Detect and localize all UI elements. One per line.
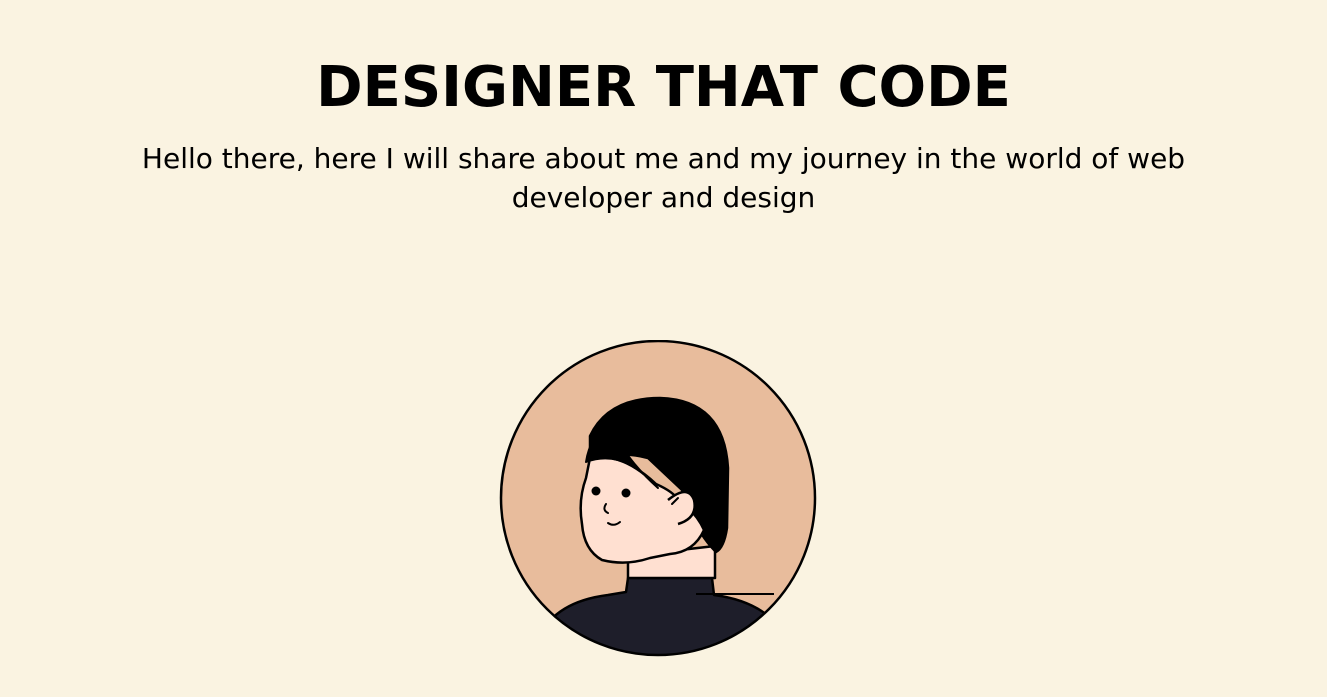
page-subtitle: Hello there, here I will share about me … xyxy=(141,142,1186,214)
avatar-eye-right xyxy=(621,488,631,498)
avatar-eye-left xyxy=(591,486,601,496)
avatar xyxy=(498,340,818,660)
page-title: DESIGNER THAT CODE xyxy=(316,55,1011,120)
person-avatar-icon xyxy=(499,340,817,657)
